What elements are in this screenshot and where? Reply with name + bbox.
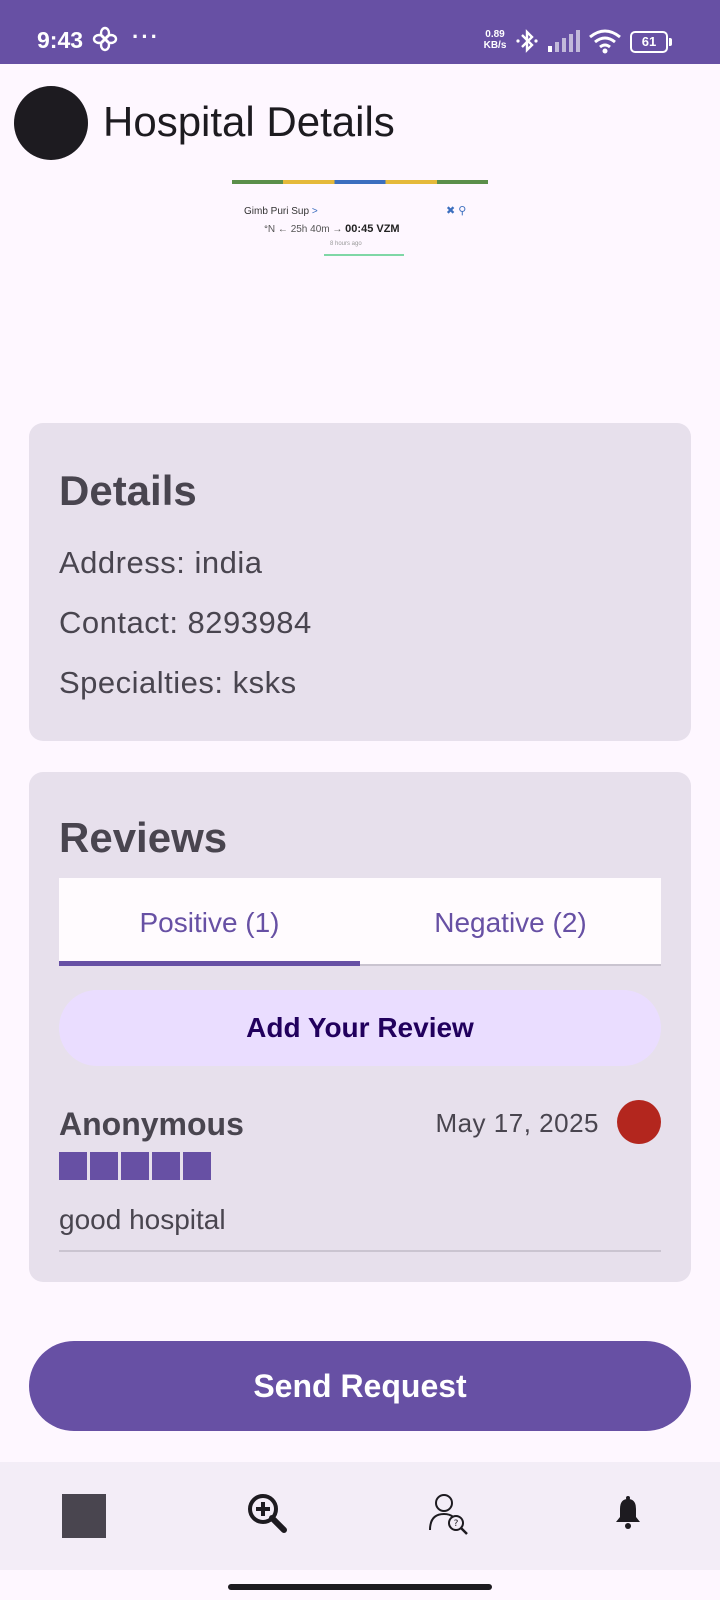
reviews-card: Reviews Positive (1) Negative (2) Add Yo… xyxy=(29,772,691,1282)
tab-negative[interactable]: Negative (2) xyxy=(360,878,661,966)
image-color-stripe xyxy=(232,180,488,184)
star-icon xyxy=(121,1152,149,1180)
review-delete-icon[interactable] xyxy=(617,1100,661,1144)
search-hospital-icon xyxy=(246,1492,290,1541)
nav-item-notifications[interactable] xyxy=(540,1462,720,1570)
star-icon xyxy=(152,1152,180,1180)
bottom-navigation: ? xyxy=(0,1462,720,1570)
home-square-icon xyxy=(62,1494,106,1538)
review-text: good hospital xyxy=(59,1204,226,1235)
find-doctor-icon: ? xyxy=(428,1492,472,1541)
image-journey: ᐤN ← 25h 40m → 00:45 VZM xyxy=(264,223,400,235)
nav-item-find-doctor[interactable]: ? xyxy=(360,1462,540,1570)
fan-icon xyxy=(92,26,118,57)
star-icon xyxy=(183,1152,211,1180)
review-date: May 17, 2025 xyxy=(435,1108,599,1138)
star-icon xyxy=(90,1152,118,1180)
notification-bell-icon xyxy=(612,1496,644,1535)
detail-contact: Contact: 8293984 xyxy=(59,605,312,640)
review-divider xyxy=(59,1250,661,1252)
detail-specialties: Specialties: ksks xyxy=(59,665,297,700)
add-review-button[interactable]: Add Your Review xyxy=(59,990,661,1066)
gesture-bar[interactable] xyxy=(228,1584,492,1590)
image-underline xyxy=(324,254,404,256)
battery-level: 61 xyxy=(641,34,657,49)
image-route: Gimb Puri Sup > xyxy=(244,206,318,217)
wifi-icon xyxy=(588,28,622,59)
more-notifications-icon: ··· xyxy=(132,24,160,49)
battery-nub xyxy=(669,38,672,46)
send-request-button[interactable]: Send Request xyxy=(29,1341,691,1431)
nav-item-search-hospital[interactable] xyxy=(180,1462,360,1570)
review-author: Anonymous xyxy=(59,1106,244,1142)
reviews-title: Reviews xyxy=(59,814,228,861)
page-title: Hospital Details xyxy=(103,98,395,145)
tab-indicator xyxy=(59,961,360,966)
detail-address: Address: india xyxy=(59,545,263,580)
image-tools: ✖ ⚲ xyxy=(446,205,467,217)
network-speed: 0.89 KB/s xyxy=(483,29,507,51)
details-card: Details Address: india Contact: 8293984 … xyxy=(29,423,691,741)
nav-item-home[interactable] xyxy=(0,1462,180,1570)
status-bar: 9:43 ··· 0.89 KB/s 61 xyxy=(0,0,720,64)
bluetooth-icon xyxy=(515,28,539,59)
details-title: Details xyxy=(59,467,197,514)
status-time: 9:43 xyxy=(37,27,84,53)
tab-positive[interactable]: Positive (1) xyxy=(59,878,360,966)
image-timestamp: 8 hours ago xyxy=(330,241,362,247)
svg-text:?: ? xyxy=(454,1519,459,1529)
avatar[interactable] xyxy=(14,86,88,160)
review-rating xyxy=(59,1152,214,1182)
review-tabs: Positive (1) Negative (2) xyxy=(59,878,661,966)
battery-icon: 61 xyxy=(630,31,668,53)
signal-icon xyxy=(548,30,582,57)
hospital-image: Gimb Puri Sup > ᐤN ← 25h 40m → 00:45 VZM… xyxy=(232,178,488,262)
star-icon xyxy=(59,1152,87,1180)
